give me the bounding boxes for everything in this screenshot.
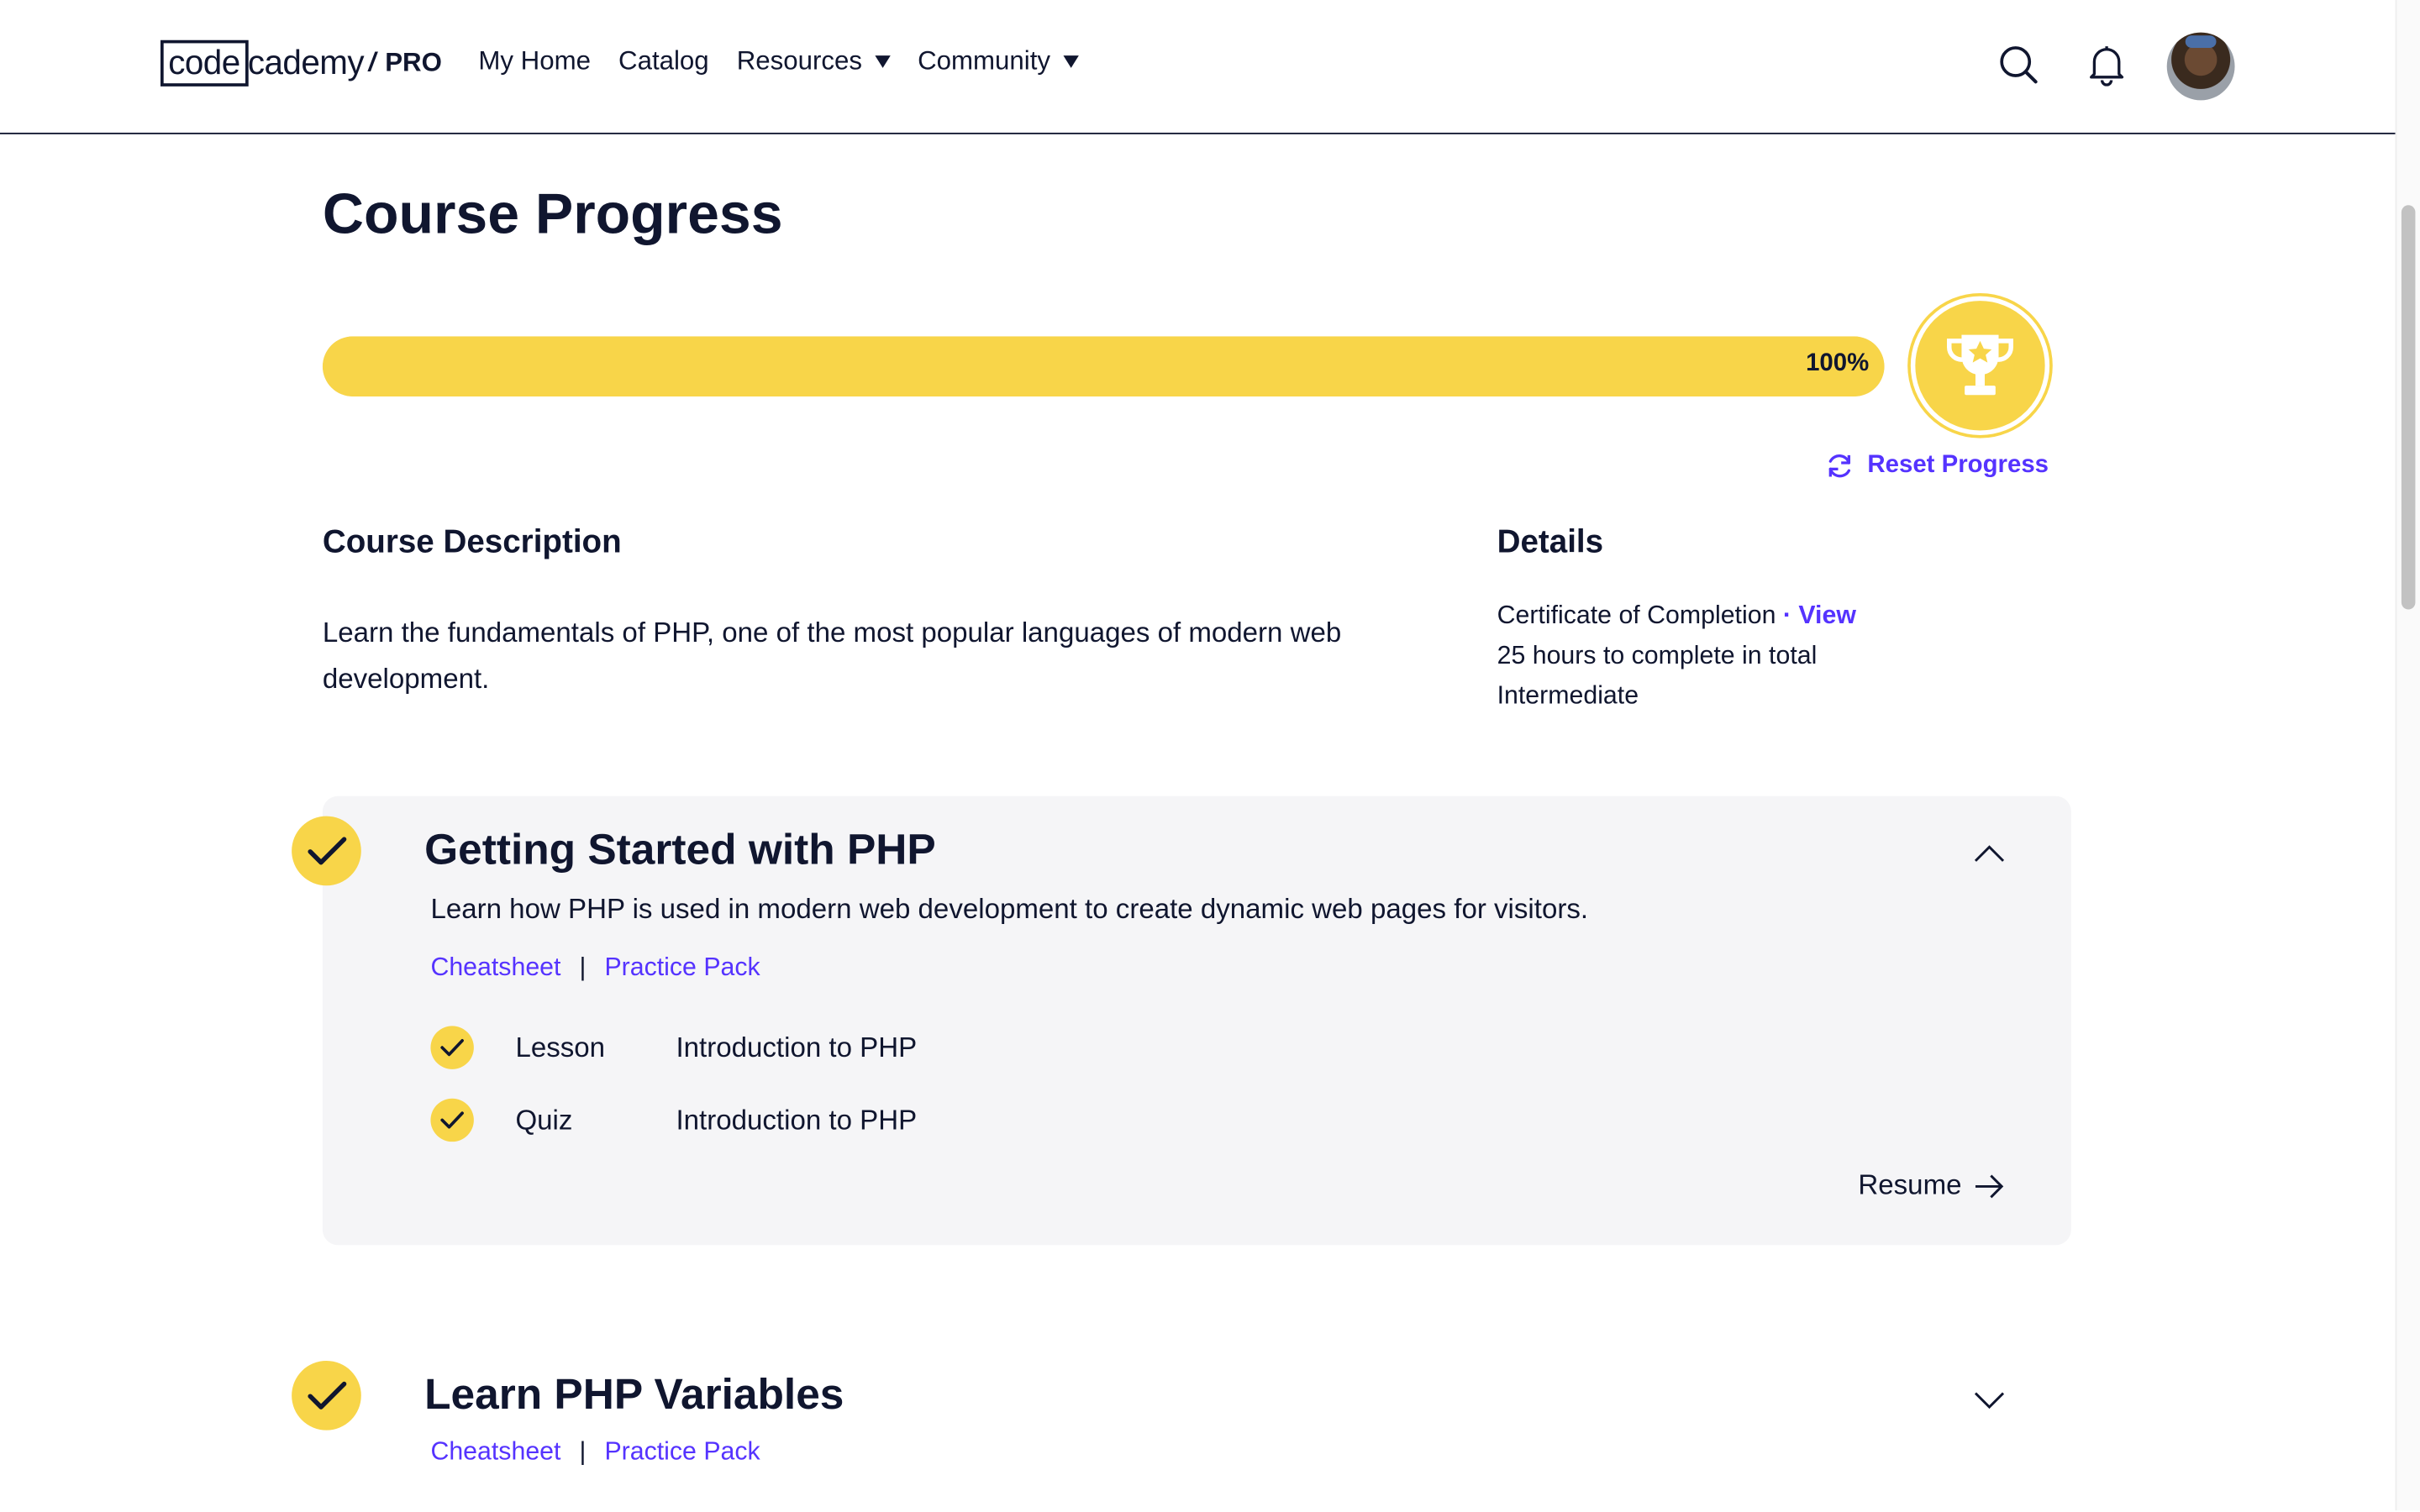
refresh-icon [1828,454,1851,478]
arrow-right-icon [1975,1173,2004,1198]
link-separator: | [579,1437,587,1466]
scrollbar-thumb[interactable] [2401,205,2416,610]
course-description-text: Learn the fundamentals of PHP, one of th… [322,617,1342,695]
user-avatar[interactable] [2166,32,2235,101]
scrollbar[interactable] [2395,0,2420,1511]
duration-text: 25 hours to complete in total [1497,642,1818,670]
trophy-icon [1910,296,2050,435]
link-separator: | [579,953,587,982]
chevron-up-icon[interactable] [1972,837,2006,871]
top-navbar: code cademy / PRO My Home Catalog Resour… [0,0,2396,134]
certificate-label: Certificate of Completion [1497,601,1776,630]
main-nav: My Home Catalog Resources Community [478,46,1079,77]
nav-my-home-label: My Home [478,46,591,76]
reset-progress-label: Reset Progress [1867,452,2049,479]
cheatsheet-link[interactable]: Cheatsheet [430,1438,560,1467]
nav-community-label: Community [918,46,1051,76]
reset-progress-button[interactable]: Reset Progress [1824,450,2049,481]
logo-wordmark: cademy [247,43,365,82]
practice-pack-link[interactable]: Practice Pack [604,953,760,983]
nav-catalog[interactable]: Catalog [618,46,709,77]
resume-label: Resume [1858,1169,1962,1200]
cheatsheet-link[interactable]: Cheatsheet [430,953,560,983]
item-type: Lesson [515,1031,606,1063]
certificate-view-link[interactable]: View [1798,601,1856,629]
module-complete-check-icon [292,816,361,886]
practice-pack-link[interactable]: Practice Pack [604,1438,760,1467]
module-resource-links: Cheatsheet | Practice Pack [430,953,760,983]
details-heading: Details [1497,524,1604,560]
module-title[interactable]: Learn PHP Variables [424,1370,844,1420]
item-complete-check-icon [430,1026,474,1069]
module-title[interactable]: Getting Started with PHP [424,826,936,875]
chevron-down-icon[interactable] [1972,1383,2006,1416]
bell-icon[interactable] [2086,43,2129,87]
item-name: Introduction to PHP [676,1031,918,1063]
logo-code-box: code [160,39,248,87]
certificate-dot: · [1776,601,1799,630]
progress-percent-label: 100% [1806,349,1870,377]
nav-resources[interactable]: Resources [736,46,891,77]
logo-pro: PRO [385,47,442,77]
caret-down-icon [874,55,891,68]
page: code cademy / PRO My Home Catalog Resour… [0,0,2420,1511]
course-progress-bar: 100% [322,336,1885,397]
module-item-quiz[interactable]: Quiz Introduction to PHP [430,1098,917,1142]
progress-fill [322,336,1885,397]
item-name: Introduction to PHP [676,1104,918,1135]
nav-catalog-label: Catalog [618,46,709,76]
logo-slash: / [368,47,376,77]
nav-my-home[interactable]: My Home [478,46,591,77]
resume-button[interactable]: Resume [1858,1169,2005,1202]
nav-resources-label: Resources [736,46,862,76]
search-icon[interactable] [1997,43,2040,86]
module-complete-check-icon [292,1360,361,1431]
course-description-heading: Course Description [322,524,622,560]
module-description: Learn how PHP is used in modern web deve… [430,893,1589,925]
module-resource-links: Cheatsheet | Practice Pack [430,1438,760,1467]
details-list: Certificate of Completion · View 25 hour… [1497,596,1856,716]
difficulty-text: Intermediate [1497,681,1639,710]
module-item-lesson[interactable]: Lesson Introduction to PHP [430,1026,917,1069]
caret-down-icon [1062,55,1079,68]
certificate-row: Certificate of Completion · View [1497,596,1856,636]
page-title: Course Progress [322,181,783,246]
item-complete-check-icon [430,1098,474,1142]
codecademy-pro-logo[interactable]: code cademy / PRO [160,39,442,87]
nav-community[interactable]: Community [918,46,1079,77]
item-type: Quiz [515,1104,573,1135]
